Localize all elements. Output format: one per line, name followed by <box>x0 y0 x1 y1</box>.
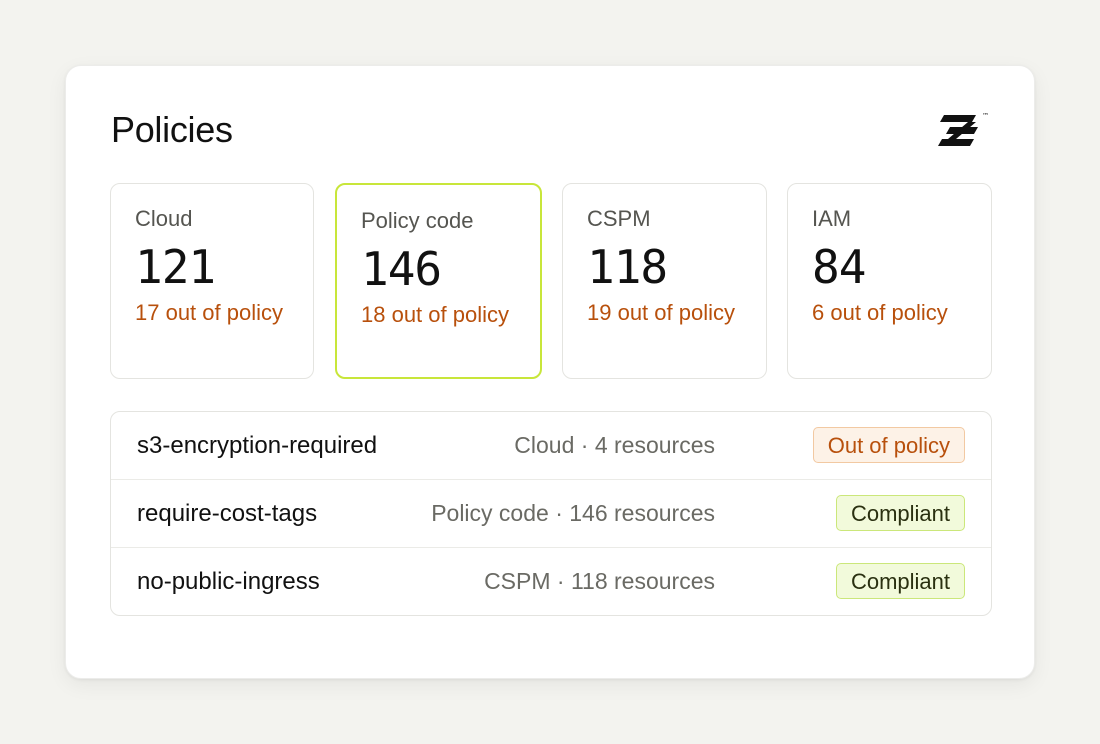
policy-name: s3-encryption-required <box>137 432 378 459</box>
table-row[interactable]: require-cost-tags Policy code · 146 reso… <box>111 480 991 548</box>
table-row[interactable]: no-public-ingress CSPM · 118 resources C… <box>111 548 991 615</box>
stat-value: 118 <box>587 240 668 294</box>
policies-card: Policies ™ Cloud 121 17 out of policy Po… <box>65 65 1035 679</box>
stat-label: IAM <box>812 206 852 231</box>
policy-meta: CSPM · 118 resources <box>484 568 715 594</box>
stats-row: Cloud 121 17 out of policy Policy code 1… <box>110 183 992 379</box>
policy-list: s3-encryption-required Cloud · 4 resourc… <box>110 411 992 616</box>
policy-name: no-public-ingress <box>137 568 320 595</box>
stat-out-of-policy: 6 out of policy <box>812 300 948 325</box>
stat-out-of-policy: 17 out of policy <box>135 300 283 325</box>
policy-meta: Policy code · 146 resources <box>431 500 715 526</box>
stat-value: 146 <box>361 242 442 296</box>
stat-value: 121 <box>135 240 216 294</box>
stat-out-of-policy: 18 out of policy <box>361 302 509 327</box>
stat-out-of-policy: 19 out of policy <box>587 300 735 325</box>
stat-label: Cloud <box>135 206 193 231</box>
stat-card-iam[interactable]: IAM 84 6 out of policy <box>787 183 992 379</box>
trademark-mark: ™ <box>982 112 989 120</box>
stat-value: 84 <box>812 240 866 294</box>
status-badge: Out of policy <box>812 427 965 463</box>
stat-label: Policy code <box>361 208 474 233</box>
stat-card-cspm[interactable]: CSPM 118 19 out of policy <box>562 183 767 379</box>
brand-logo-icon: ™ <box>938 110 994 152</box>
policy-meta: Cloud · 4 resources <box>514 432 715 458</box>
policy-name: require-cost-tags <box>137 500 318 527</box>
table-row[interactable]: s3-encryption-required Cloud · 4 resourc… <box>111 412 991 480</box>
page-title: Policies <box>111 109 233 150</box>
stat-card-policy-code[interactable]: Policy code 146 18 out of policy <box>335 183 542 379</box>
stat-card-cloud[interactable]: Cloud 121 17 out of policy <box>110 183 314 379</box>
status-badge: Compliant <box>835 563 965 599</box>
stat-label: CSPM <box>587 206 651 231</box>
status-badge: Compliant <box>835 495 965 531</box>
